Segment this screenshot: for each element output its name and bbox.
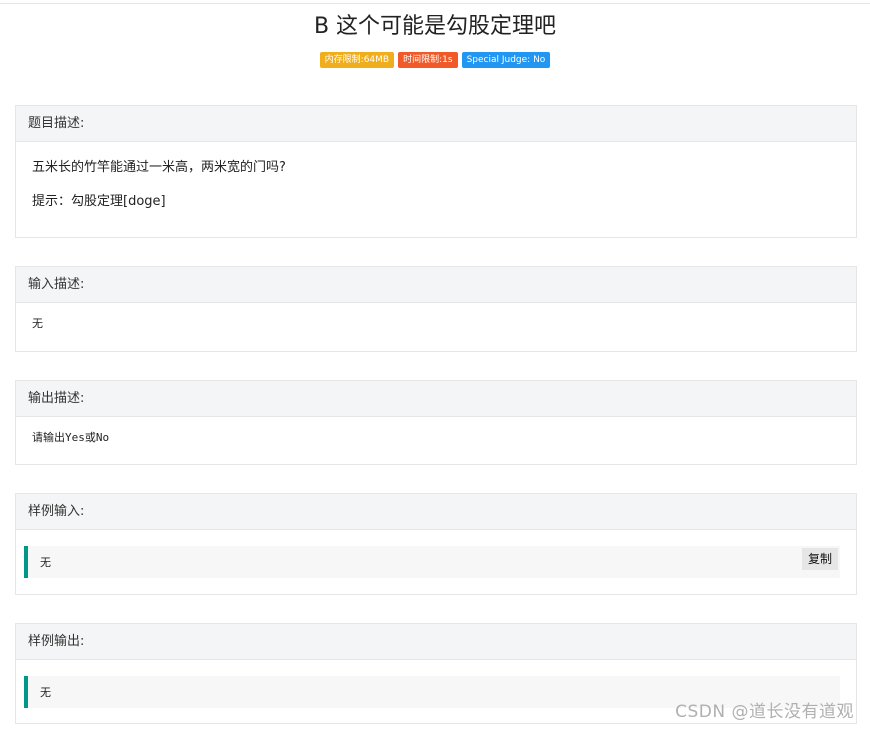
output-text: 请输出Yes或No xyxy=(32,431,110,444)
sample-output-text: 无 xyxy=(40,686,51,699)
output-heading: 输出描述: xyxy=(16,381,856,417)
output-body: 请输出Yes或No xyxy=(16,417,856,457)
top-divider xyxy=(0,3,870,4)
copy-button[interactable]: 复制 xyxy=(801,548,838,570)
sample-output-heading: 样例输出: xyxy=(16,624,856,660)
input-text: 无 xyxy=(32,317,43,330)
input-body: 无 xyxy=(16,303,856,343)
description-body: 五米长的竹竿能通过一米高，两米宽的门吗? 提示：勾股定理[doge] xyxy=(16,142,856,238)
description-heading: 题目描述: xyxy=(16,106,856,142)
problem-title: B 这个可能是勾股定理吧 xyxy=(313,14,557,39)
limit-badges: 内存限制:64MB 时间限制:1s Special Judge: No xyxy=(0,52,870,68)
description-text: 五米长的竹竿能通过一米高，两米宽的门吗? xyxy=(32,160,286,175)
memory-limit-badge: 内存限制:64MB xyxy=(319,52,395,68)
output-panel: 输出描述: 请输出Yes或No xyxy=(15,380,857,465)
sample-input-text: 无 xyxy=(40,556,51,569)
sample-input-block: 无 复制 xyxy=(24,546,840,578)
description-panel: 题目描述: 五米长的竹竿能通过一米高，两米宽的门吗? 提示：勾股定理[doge] xyxy=(15,105,857,238)
time-limit-badge: 时间限制:1s xyxy=(398,52,458,68)
problem-header: B 这个可能是勾股定理吧 内存限制:64MB 时间限制:1s Special J… xyxy=(0,0,870,68)
csdn-watermark: CSDN @道长没有道观 xyxy=(675,702,854,722)
special-judge-badge: Special Judge: No xyxy=(461,52,551,68)
sample-input-panel: 样例输入: 无 复制 xyxy=(15,493,857,595)
sample-input-heading: 样例输入: xyxy=(16,494,856,530)
input-heading: 输入描述: xyxy=(16,267,856,303)
description-hint: 提示：勾股定理[doge] xyxy=(32,194,166,209)
sample-input-body: 无 复制 xyxy=(16,530,856,590)
input-panel: 输入描述: 无 xyxy=(15,266,857,352)
